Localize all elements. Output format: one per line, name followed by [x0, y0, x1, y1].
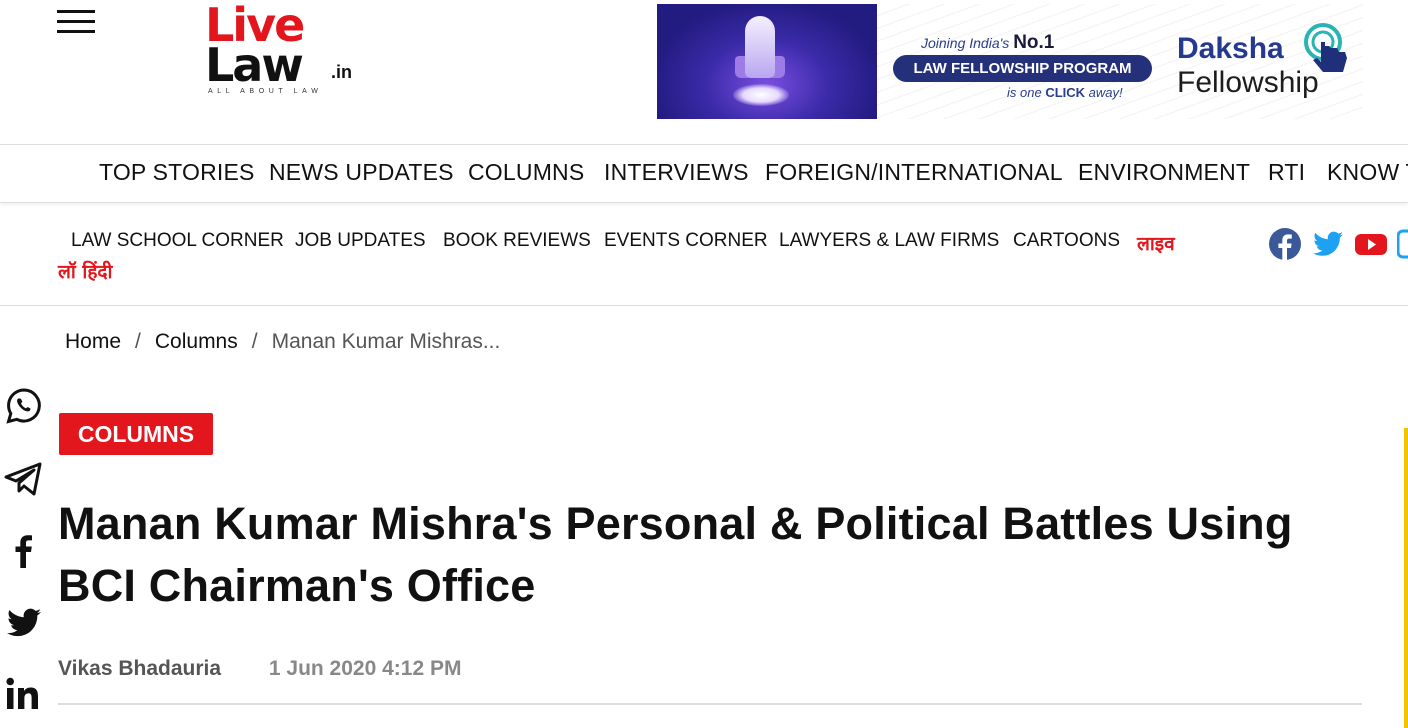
nav-rti[interactable]: RTI [1268, 159, 1305, 186]
breadcrumb-separator: / [251, 330, 258, 353]
nav-job-updates[interactable]: JOB UPDATES [295, 230, 426, 252]
instagram-icon[interactable] [1397, 227, 1408, 261]
ad-brand-daksha: Daksha [1177, 32, 1284, 65]
whatsapp-icon[interactable] [4, 386, 44, 426]
breadcrumb-home[interactable]: Home [65, 330, 121, 353]
article-title: Manan Kumar Mishra's Personal & Politica… [58, 498, 1293, 611]
nav-cartoons[interactable]: CARTOONS [1013, 230, 1120, 252]
ad-brand-fellowship: Fellowship [1177, 66, 1319, 99]
logo-tld: .in [331, 62, 352, 82]
telegram-icon[interactable] [4, 458, 44, 498]
secondary-nav: LAW SCHOOL CORNER JOB UPDATES BOOK REVIE… [0, 203, 1408, 306]
nav-know-the-law[interactable]: KNOW THE LAW [1327, 159, 1408, 186]
rocket-illustration [657, 4, 877, 119]
breadcrumb-current: Manan Kumar Mishras... [271, 330, 501, 353]
nav-law-school-corner[interactable]: LAW SCHOOL CORNER [71, 230, 284, 252]
nav-interviews[interactable]: INTERVIEWS [604, 159, 749, 186]
nav-live-law-hindi-line2[interactable]: लॉ हिंदी [58, 258, 112, 284]
breadcrumb-columns[interactable]: Columns [155, 330, 238, 353]
nav-top-stories[interactable]: TOP STORIES [99, 159, 255, 186]
article-author[interactable]: Vikas Bhadauria [58, 657, 221, 680]
nav-live-law-hindi-line1[interactable]: लाइव [1137, 230, 1175, 256]
primary-nav: TOP STORIES NEWS UPDATES COLUMNS INTERVI… [0, 144, 1408, 203]
logo-law: Law [205, 38, 304, 92]
article-meta: Vikas Bhadauria 1 Jun 2020 4:12 PM [58, 657, 461, 681]
site-logo[interactable]: Live Law .in ALL ABOUT LAW [205, 2, 355, 98]
ad-joining-text: Joining India's No.1 [921, 32, 1055, 53]
site-header: Live Law .in ALL ABOUT LAW Joining India… [0, 0, 1408, 144]
menu-icon[interactable] [57, 10, 95, 34]
facebook-icon[interactable] [1268, 227, 1302, 261]
youtube-icon[interactable] [1354, 227, 1388, 261]
nav-book-reviews[interactable]: BOOK REVIEWS [443, 230, 591, 252]
touch-hand-icon [1304, 23, 1347, 72]
ad-click-text: is one CLICK away! [1007, 85, 1123, 100]
breadcrumb: Home / Columns / Manan Kumar Mishras... [65, 330, 500, 354]
ad-banner[interactable]: Joining India's No.1 LAW FELLOWSHIP PROG… [657, 4, 1363, 119]
category-badge[interactable]: COLUMNS [59, 413, 213, 455]
breadcrumb-separator: / [135, 330, 141, 353]
right-edge-accent [1404, 428, 1408, 728]
nav-events-corner[interactable]: EVENTS CORNER [604, 230, 768, 252]
nav-foreign-international[interactable]: FOREIGN/INTERNATIONAL [765, 159, 1063, 186]
nav-environment[interactable]: ENVIRONMENT [1078, 159, 1250, 186]
linkedin-share-icon[interactable] [4, 674, 44, 714]
twitter-share-icon[interactable] [4, 602, 44, 642]
article-date: 1 Jun 2020 4:12 PM [268, 657, 462, 680]
divider [58, 703, 1362, 705]
nav-news-updates[interactable]: NEWS UPDATES [269, 159, 454, 186]
logo-tagline: ALL ABOUT LAW [208, 88, 323, 95]
twitter-icon[interactable] [1311, 227, 1345, 261]
ad-program-pill: LAW FELLOWSHIP PROGRAM [893, 55, 1152, 82]
facebook-share-icon[interactable] [4, 530, 44, 570]
nav-lawyers-law-firms[interactable]: LAWYERS & LAW FIRMS [779, 230, 999, 252]
nav-columns[interactable]: COLUMNS [468, 159, 584, 186]
